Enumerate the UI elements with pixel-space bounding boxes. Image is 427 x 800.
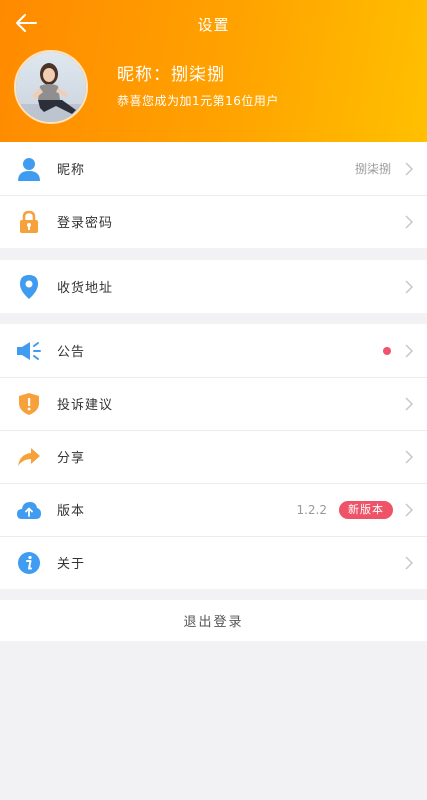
about-label: 关于 bbox=[57, 557, 86, 572]
share-arrow-icon bbox=[16, 444, 42, 470]
chevron-right-icon bbox=[405, 502, 414, 517]
nickname-row[interactable]: 昵称 捌柒捌 bbox=[0, 142, 427, 195]
profile-header: 设置 昵称：捌柒捌 恭喜您成为加1元第16位用户 bbox=[0, 0, 427, 142]
chevron-right-icon bbox=[405, 343, 414, 358]
login-password-label: 登录密码 bbox=[57, 216, 114, 231]
info-icon bbox=[16, 550, 42, 576]
nickname-value: 捌柒捌 bbox=[354, 162, 391, 176]
login-password-row[interactable]: 登录密码 bbox=[0, 195, 427, 248]
announcement-label: 公告 bbox=[57, 345, 86, 360]
address-group: 收货地址 bbox=[0, 260, 427, 313]
new-version-badge[interactable]: 新版本 bbox=[339, 500, 393, 519]
shield-alert-icon bbox=[16, 391, 42, 417]
account-group: 昵称 捌柒捌 登录密码 bbox=[0, 142, 427, 248]
feedback-row[interactable]: 投诉建议 bbox=[0, 377, 427, 430]
about-row[interactable]: 关于 bbox=[0, 536, 427, 589]
version-row[interactable]: 版本 1.2.2 新版本 bbox=[0, 483, 427, 536]
nickname-display: 昵称：捌柒捌 bbox=[117, 65, 225, 85]
chevron-right-icon bbox=[405, 555, 414, 570]
unread-dot bbox=[383, 346, 391, 355]
cloud-upload-icon bbox=[16, 497, 42, 523]
nickname-label: 昵称 bbox=[57, 163, 86, 178]
version-number: 1.2.2 bbox=[296, 502, 327, 517]
share-label: 分享 bbox=[57, 451, 86, 466]
avatar[interactable] bbox=[14, 50, 88, 124]
misc-group: 公告 投诉建议 分享 版本 1.2.2 新版本 关于 bbox=[0, 324, 427, 589]
chevron-right-icon bbox=[405, 279, 414, 294]
feedback-label: 投诉建议 bbox=[57, 398, 114, 413]
chevron-right-icon bbox=[405, 396, 414, 411]
share-row[interactable]: 分享 bbox=[0, 430, 427, 483]
shipping-address-row[interactable]: 收货地址 bbox=[0, 260, 427, 313]
user-icon bbox=[16, 156, 42, 182]
megaphone-icon bbox=[16, 338, 42, 364]
location-pin-icon bbox=[16, 274, 42, 300]
shipping-address-label: 收货地址 bbox=[57, 281, 114, 296]
page-title: 设置 bbox=[197, 16, 230, 34]
user-rank-text: 恭喜您成为加1元第16位用户 bbox=[117, 94, 279, 108]
announcement-row[interactable]: 公告 bbox=[0, 324, 427, 377]
chevron-right-icon bbox=[405, 161, 414, 176]
chevron-right-icon bbox=[405, 449, 414, 464]
avatar-photo bbox=[16, 52, 86, 122]
logout-button[interactable]: 退出登录 bbox=[0, 600, 427, 641]
version-label: 版本 bbox=[57, 504, 86, 519]
lock-icon bbox=[16, 209, 42, 235]
chevron-right-icon bbox=[405, 214, 414, 229]
